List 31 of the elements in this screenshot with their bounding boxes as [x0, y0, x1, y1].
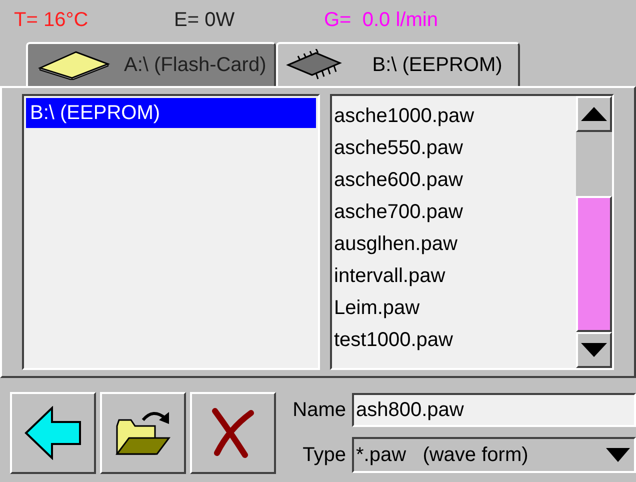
drive-item[interactable]: B:\ (EEPROM) — [26, 98, 316, 128]
file-item[interactable]: intervall.paw — [334, 260, 576, 292]
name-field[interactable]: ash800.paw — [352, 393, 636, 427]
delete-icon — [209, 407, 257, 459]
up-arrow-icon — [581, 107, 607, 121]
file-item[interactable]: test1000.paw — [334, 324, 576, 356]
scroll-down-button[interactable] — [576, 332, 612, 368]
file-item[interactable]: asche1000.paw — [334, 100, 576, 132]
card-icon — [36, 50, 112, 80]
name-label: Name — [292, 398, 346, 423]
status-reading: E= 0W — [174, 8, 236, 33]
status-reading: T= 16°C — [14, 8, 90, 33]
left-arrow-icon — [24, 406, 82, 460]
file-item[interactable]: asche600.paw — [334, 164, 576, 196]
down-arrow-icon — [581, 343, 607, 357]
type-dropdown[interactable]: *.paw (wave form) — [352, 437, 636, 473]
open-button[interactable] — [100, 392, 186, 474]
chip-icon — [286, 49, 344, 81]
type-label: Type — [302, 443, 346, 468]
drive-tab[interactable]: B:\ (EEPROM) — [276, 42, 520, 86]
file-item[interactable]: ausglhen.paw — [334, 228, 576, 260]
file-item[interactable]: asche550.paw — [334, 132, 576, 164]
dropdown-arrow-icon — [606, 448, 630, 462]
delete-button[interactable] — [190, 392, 276, 474]
drive-tab[interactable]: A:\ (Flash-Card) — [26, 42, 276, 86]
file-item[interactable]: asche700.paw — [334, 196, 576, 228]
scroll-up-button[interactable] — [576, 96, 612, 132]
file-item[interactable]: Leim.paw — [334, 292, 576, 324]
status-reading: G= 0.0 l/min — [324, 8, 439, 33]
back-button[interactable] — [10, 392, 96, 474]
scroll-thumb[interactable] — [576, 196, 612, 332]
